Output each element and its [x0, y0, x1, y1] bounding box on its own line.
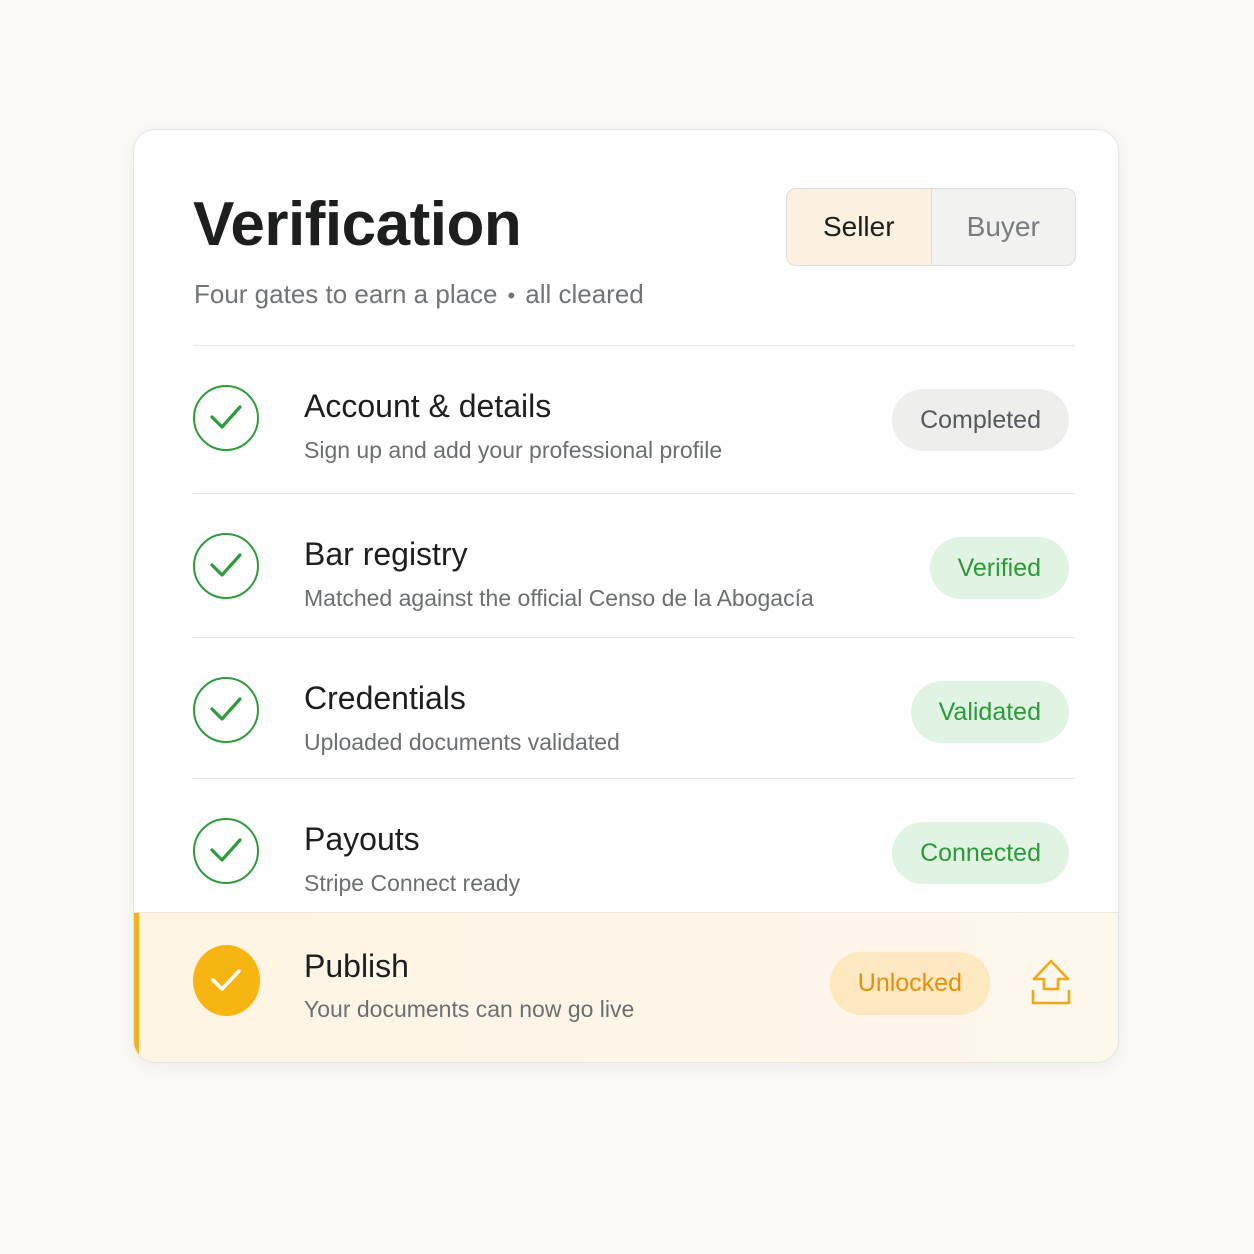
step-account-details: Account & details Sign up and add your p…: [193, 345, 1075, 493]
step-publish: Publish Your documents can now go live U…: [134, 912, 1118, 1062]
subtitle-status: all cleared: [525, 279, 644, 309]
step-title: Credentials: [304, 680, 466, 716]
step-description: Uploaded documents validated: [304, 729, 620, 755]
step-description: Matched against the official Censo de la…: [304, 585, 814, 611]
step-title: Payouts: [304, 821, 420, 857]
role-toggle: Seller Buyer: [786, 188, 1076, 266]
upload-icon[interactable]: [1028, 957, 1074, 1007]
status-badge: Validated: [910, 681, 1069, 743]
step-description: Sign up and add your professional profil…: [304, 437, 723, 463]
step-payouts: Payouts Stripe Connect ready Connected: [193, 778, 1075, 912]
toggle-seller[interactable]: Seller: [787, 189, 932, 265]
status-badge: Completed: [892, 389, 1069, 451]
check-circle-icon: [193, 818, 259, 884]
step-title: Bar registry: [304, 536, 468, 572]
toggle-buyer[interactable]: Buyer: [932, 189, 1076, 265]
step-description: Stripe Connect ready: [304, 870, 521, 896]
subtitle-text: Four gates to earn a place: [194, 279, 498, 309]
check-circle-icon: [193, 677, 259, 743]
page-title: Verification: [193, 190, 522, 259]
publish-description: Your documents can now go live: [304, 996, 635, 1022]
status-badge: Verified: [929, 537, 1069, 599]
step-bar-registry: Bar registry Matched against the officia…: [193, 493, 1075, 637]
check-circle-icon: [193, 533, 259, 599]
publish-title: Publish: [304, 948, 409, 984]
status-badge: Connected: [892, 822, 1069, 884]
verification-steps-list: Account & details Sign up and add your p…: [134, 345, 1118, 912]
step-title: Account & details: [304, 388, 552, 424]
verification-card: Verification Four gates to earn a place •…: [133, 129, 1119, 1063]
subtitle-separator: •: [507, 283, 516, 308]
page-subtitle: Four gates to earn a place • all cleared: [194, 276, 644, 314]
status-badge: Unlocked: [829, 952, 990, 1015]
check-circle-icon: [193, 385, 259, 451]
filled-check-circle-icon: [193, 945, 260, 1016]
step-credentials: Credentials Uploaded documents validated…: [193, 637, 1075, 778]
publish-accent-bar: [134, 913, 139, 1062]
